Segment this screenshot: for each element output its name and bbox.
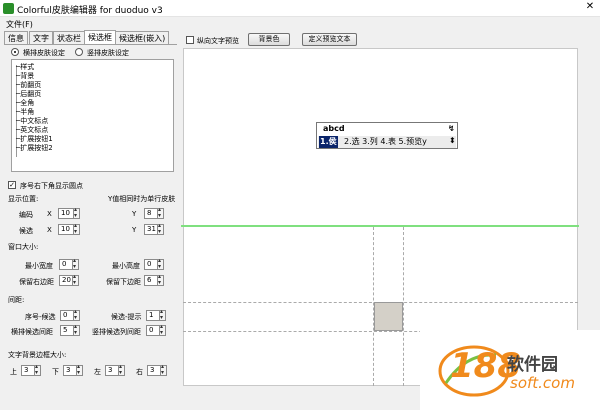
text-bg-title: 文字背景边框大小: xyxy=(8,351,67,359)
window-size-title: 窗口大小: xyxy=(8,243,39,251)
y-label: Y xyxy=(132,210,137,218)
keep-bottom-stepper[interactable] xyxy=(157,273,164,286)
bottom-border-input[interactable]: 3 xyxy=(63,365,77,376)
keep-right-input[interactable]: 20 xyxy=(59,275,73,286)
candidate-rest: 2.选 3.列 4.表 5.预览y xyxy=(344,137,427,146)
code-y-stepper[interactable] xyxy=(157,206,164,219)
top-label: 上 xyxy=(10,368,17,376)
min-width-stepper[interactable] xyxy=(72,257,79,270)
custom-text-button[interactable]: 定义预览文本 xyxy=(302,33,357,46)
keep-bottom-label: 保留下边距 xyxy=(106,278,141,286)
element-tree[interactable]: ─样式 ─背景 ─前翻页 ─后翻页 ─全角 ─半角 ─中文标点 ─英文标点 ─扩… xyxy=(11,59,174,172)
min-height-input[interactable]: 0 xyxy=(144,259,158,270)
left-label: 左 xyxy=(94,368,101,376)
cand-hint-stepper[interactable] xyxy=(159,308,166,321)
menu-file[interactable]: 文件(F) xyxy=(6,19,33,30)
vertical-radio[interactable] xyxy=(75,48,83,56)
code-y-input[interactable]: 8 xyxy=(144,208,158,219)
vertical-preview-checkbox[interactable] xyxy=(186,36,194,44)
left-border-input[interactable]: 3 xyxy=(105,365,119,376)
min-height-label: 最小高度 xyxy=(112,262,140,270)
candidate-list-row: 1.侯 2.选 3.列 4.表 5.预览y ⬍ xyxy=(318,136,456,148)
index-cand-input[interactable]: 0 xyxy=(60,310,74,321)
candidate-label: 候选 xyxy=(19,227,33,235)
guide-line-vertical xyxy=(403,227,404,386)
baseline-guide xyxy=(181,225,579,227)
vertical-radio-label: 竖排皮肤设定 xyxy=(87,49,129,57)
candidate-x-input[interactable]: 10 xyxy=(58,224,74,235)
show-dot-checkbox[interactable]: ✓ xyxy=(8,181,16,189)
watermark-name: 软件园 xyxy=(507,355,558,375)
keep-right-label: 保留右边距 xyxy=(19,278,54,286)
window-title: Colorful皮肤编辑器 for duoduo v3 xyxy=(17,6,163,16)
keep-right-stepper[interactable] xyxy=(72,273,79,286)
right-border-stepper[interactable] xyxy=(160,363,167,376)
keep-bottom-input[interactable]: 6 xyxy=(144,275,158,286)
close-icon[interactable]: ✕ xyxy=(582,1,598,15)
position-title: 显示位置: xyxy=(8,195,39,203)
bottom-label: 下 xyxy=(52,368,59,376)
app-icon xyxy=(3,3,14,14)
candidate-y-stepper[interactable] xyxy=(157,222,164,235)
preview-block xyxy=(374,302,403,331)
y-label: Y xyxy=(132,226,137,234)
spacing-title: 间距: xyxy=(8,296,25,304)
vertical-preview-label: 纵向文字预览 xyxy=(197,37,239,45)
cand-hint-input[interactable]: 1 xyxy=(146,310,160,321)
min-height-stepper[interactable] xyxy=(157,257,164,270)
position-note: Y值相同时为单行皮肤 xyxy=(108,195,176,203)
tree-item[interactable]: ─扩展按钮2 xyxy=(16,143,53,153)
index-cand-label: 序号-候选 xyxy=(25,313,56,321)
watermark-domain: soft.com xyxy=(510,374,575,392)
menu-bar xyxy=(0,17,600,30)
bottom-border-stepper[interactable] xyxy=(76,363,83,376)
top-border-stepper[interactable] xyxy=(34,363,41,376)
tab-divider xyxy=(4,44,177,45)
show-dot-label: 序号右下角显示圆点 xyxy=(20,182,83,190)
candidate-code: abcd xyxy=(323,124,345,133)
vert-gap-input[interactable]: 0 xyxy=(146,325,160,336)
code-x-input[interactable]: 10 xyxy=(58,208,74,219)
cand-hint-label: 候选-提示 xyxy=(111,313,142,321)
tab-text[interactable]: 文字 xyxy=(29,31,53,44)
candidate-window-preview: abcd ↯ 1.侯 2.选 3.列 4.表 5.预览y ⬍ xyxy=(316,122,458,149)
tab-statusbar[interactable]: 状态栏 xyxy=(53,31,85,44)
index-cand-stepper[interactable] xyxy=(73,308,80,321)
x-label: X xyxy=(47,226,52,234)
tab-strip: 信息 文字 状态栏 候选框 候选框(嵌入) xyxy=(4,30,180,45)
horiz-gap-stepper[interactable] xyxy=(73,323,80,336)
horizontal-radio-label: 横排皮肤设定 xyxy=(23,49,65,57)
x-label: X xyxy=(47,210,52,218)
min-width-label: 最小宽度 xyxy=(25,262,53,270)
bg-color-button[interactable]: 背景色 xyxy=(248,33,290,46)
top-border-input[interactable]: 3 xyxy=(21,365,35,376)
min-width-input[interactable]: 0 xyxy=(59,259,73,270)
right-label: 右 xyxy=(136,368,143,376)
left-border-stepper[interactable] xyxy=(118,363,125,376)
horiz-gap-input[interactable]: 5 xyxy=(60,325,74,336)
tab-candidate-embedded[interactable]: 候选框(嵌入) xyxy=(115,31,170,44)
scroll-icon: ⬍ xyxy=(449,136,456,145)
vert-gap-stepper[interactable] xyxy=(159,323,166,336)
candidate-code-row: abcd ↯ xyxy=(318,124,456,135)
horiz-gap-label: 横排候选间距 xyxy=(11,328,53,336)
code-x-stepper[interactable] xyxy=(73,206,80,219)
code-label: 编码 xyxy=(19,211,33,219)
candidate-y-input[interactable]: 31 xyxy=(144,224,158,235)
right-border-input[interactable]: 3 xyxy=(147,365,161,376)
candidate-x-stepper[interactable] xyxy=(73,222,80,235)
candidate-selected: 1.侯 xyxy=(319,136,338,148)
horizontal-radio[interactable] xyxy=(11,48,19,56)
tab-candidate[interactable]: 候选框 xyxy=(84,30,116,45)
tab-info[interactable]: 信息 xyxy=(4,31,28,44)
page-icon: ↯ xyxy=(448,124,455,133)
vert-gap-label: 竖排候选列间距 xyxy=(92,328,141,336)
